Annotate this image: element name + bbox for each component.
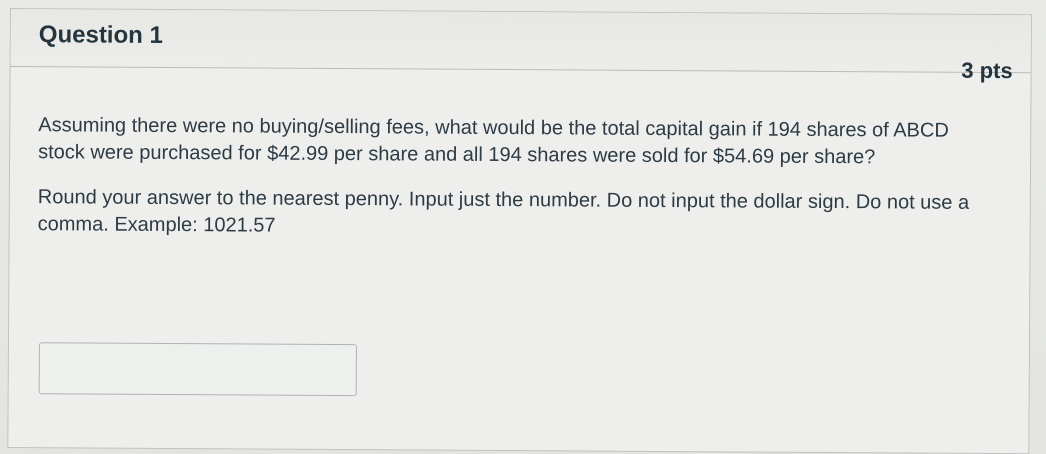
question-header: Question 1 3 pts (10, 9, 1031, 83)
question-body: Assuming there were no buying/selling fe… (38, 112, 994, 244)
question-prompt: Assuming there were no buying/selling fe… (38, 114, 949, 169)
question-title: Question 1 (38, 21, 163, 49)
answer-input[interactable] (38, 342, 357, 397)
question-points: 3 pts (961, 57, 1013, 84)
question-card: Question 1 3 pts Assuming there were no … (7, 8, 1032, 454)
question-instructions: Round your answer to the nearest penny. … (37, 186, 970, 237)
